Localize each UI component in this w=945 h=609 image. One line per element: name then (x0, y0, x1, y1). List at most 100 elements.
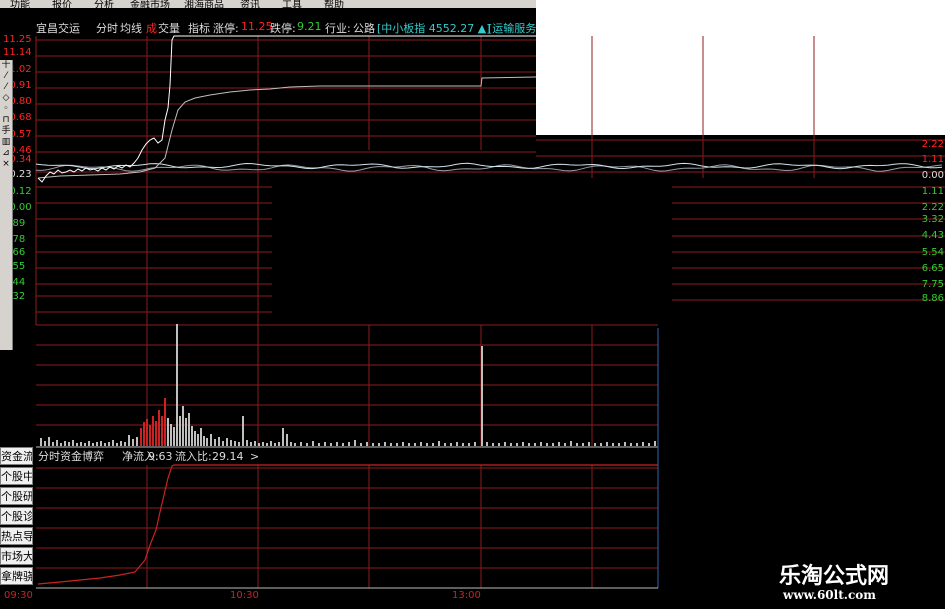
volume-bar (56, 440, 58, 446)
volume-bar (179, 416, 181, 446)
volume-bar (203, 436, 205, 446)
volume-bar (108, 442, 110, 446)
crosshair-tool-icon[interactable]: 十 (0, 60, 12, 71)
volume-bar (112, 440, 114, 446)
volume-bar (510, 443, 512, 446)
hand-tool-icon[interactable]: 手 (0, 126, 12, 137)
volume-bar (360, 443, 362, 446)
fund-flow-line (37, 464, 658, 585)
time-axis: 09:30 10:30 13:00 (4, 590, 481, 601)
volume-bar (242, 416, 244, 446)
volume-bar (92, 443, 94, 446)
angle-tool-icon[interactable]: ⊿ (0, 148, 12, 159)
volume-bar (294, 443, 296, 446)
volume-bar (390, 443, 392, 446)
sector-info: [运输服务 (488, 22, 537, 35)
volume-bar (250, 442, 252, 446)
pct-tick: 5.54 (922, 247, 944, 258)
tab-fund-flow[interactable]: 资金流向 (0, 447, 33, 465)
volume-bar (64, 441, 66, 446)
volume-bar (286, 434, 288, 446)
volume-bar (600, 443, 602, 446)
volume-bar (354, 440, 356, 446)
channel-tool-icon[interactable]: ⊓ (0, 115, 12, 126)
volume-bar (282, 428, 284, 446)
volume-bar (60, 443, 62, 446)
volume-bar (136, 437, 138, 446)
tab-volume[interactable]: 交量 (158, 20, 180, 36)
delete-tool-icon[interactable]: × (0, 159, 12, 170)
volume-bar (408, 443, 410, 446)
price-tick: 11.14 (3, 47, 32, 58)
volume-bar (48, 437, 50, 446)
screen-white-border (536, 0, 945, 135)
volume-bar (128, 435, 130, 446)
pct-tick: 4.43 (922, 230, 944, 241)
volume-bar (546, 443, 548, 446)
volume-grid (36, 324, 658, 448)
volume-bar (182, 406, 184, 446)
intraday-chart[interactable]: 11.25 11.14 11.02 10.91 10.80 10.68 10.5… (0, 0, 945, 609)
tab-stock-news[interactable]: 个股中快讯 (0, 467, 33, 485)
volume-bar (444, 443, 446, 446)
volume-bar (52, 442, 54, 446)
volume-bar (642, 442, 644, 446)
volume-bar (552, 443, 554, 446)
circle-tool-icon[interactable]: ◦ (0, 104, 12, 115)
volume-bar (342, 443, 344, 446)
volume-bar (164, 398, 166, 446)
pct-tick: 2.22 (922, 139, 944, 150)
industry-label: 行业: (325, 22, 351, 35)
limit-down-value: 9.21 (297, 20, 322, 33)
volume-bar (278, 442, 280, 446)
volume-bar (210, 434, 212, 446)
volume-bar (161, 416, 163, 446)
volume-bar (612, 443, 614, 446)
volume-bar (468, 443, 470, 446)
tab-intraday[interactable]: 分时 (96, 20, 118, 36)
price-tick: 11.25 (3, 34, 32, 45)
tab-stock-diagnosis[interactable]: 个股诊断 (0, 507, 33, 525)
time-tick: 13:00 (452, 590, 481, 601)
volume-bar (486, 442, 488, 446)
volume-bar (492, 443, 494, 446)
tab-hotspot-nav[interactable]: 热点导航 (0, 527, 33, 545)
tab-market-trend[interactable]: 市场大势 (0, 547, 33, 565)
stock-name[interactable]: 宜昌交运 (36, 20, 80, 36)
ray-tool-icon[interactable]: ⁄ (0, 82, 12, 93)
right-percent-axis: 2.22 1.11 0.00 1.11 2.22 3.32 4.43 5.54 … (922, 139, 944, 304)
limit-up-value: 11.25 (241, 20, 273, 33)
volume-bar (173, 427, 175, 446)
watermark-logo: 乐淘公式网 www.60lt.com (755, 556, 945, 609)
volume-bar (636, 443, 638, 446)
volume-bar (96, 442, 98, 446)
volume-bar (588, 442, 590, 446)
volume-bar (222, 441, 224, 446)
logo-title: 乐淘公式网 (779, 563, 890, 589)
volume-bar (146, 419, 148, 446)
tab-research-report[interactable]: 个股研报 (0, 487, 33, 505)
tab-average[interactable]: 均线 (120, 20, 142, 36)
diamond-tool-icon[interactable]: ◇ (0, 93, 12, 104)
volume-bar (402, 442, 404, 446)
volume-bar (185, 418, 187, 446)
time-tick: 09:30 (4, 590, 33, 601)
tab-volume-prefix[interactable]: 成 (146, 20, 157, 36)
fund-panel-arrow[interactable]: > (250, 450, 259, 463)
volume-bar (396, 443, 398, 446)
volume-bar (266, 443, 268, 446)
fund-panel-header: 分时资金博弈 净流入: 9.63 流入比: 29.14 > (38, 449, 259, 463)
tab-indicator[interactable]: 指标 (188, 20, 210, 36)
volume-bar (648, 443, 650, 446)
volume-bar (218, 437, 220, 446)
line-tool-icon[interactable]: ⁄ (0, 71, 12, 82)
volume-bar (630, 443, 632, 446)
volume-bar (72, 440, 74, 446)
pct-tick: 1.11 (922, 154, 944, 165)
volume-bar (120, 441, 122, 446)
bars-tool-icon[interactable]: ▥ (0, 137, 12, 148)
volume-bar (594, 443, 596, 446)
volume-bar (558, 442, 560, 446)
tab-dark-horse[interactable]: 拿牌骁马 (0, 567, 33, 585)
net-inflow-value: 9.63 (148, 450, 173, 463)
